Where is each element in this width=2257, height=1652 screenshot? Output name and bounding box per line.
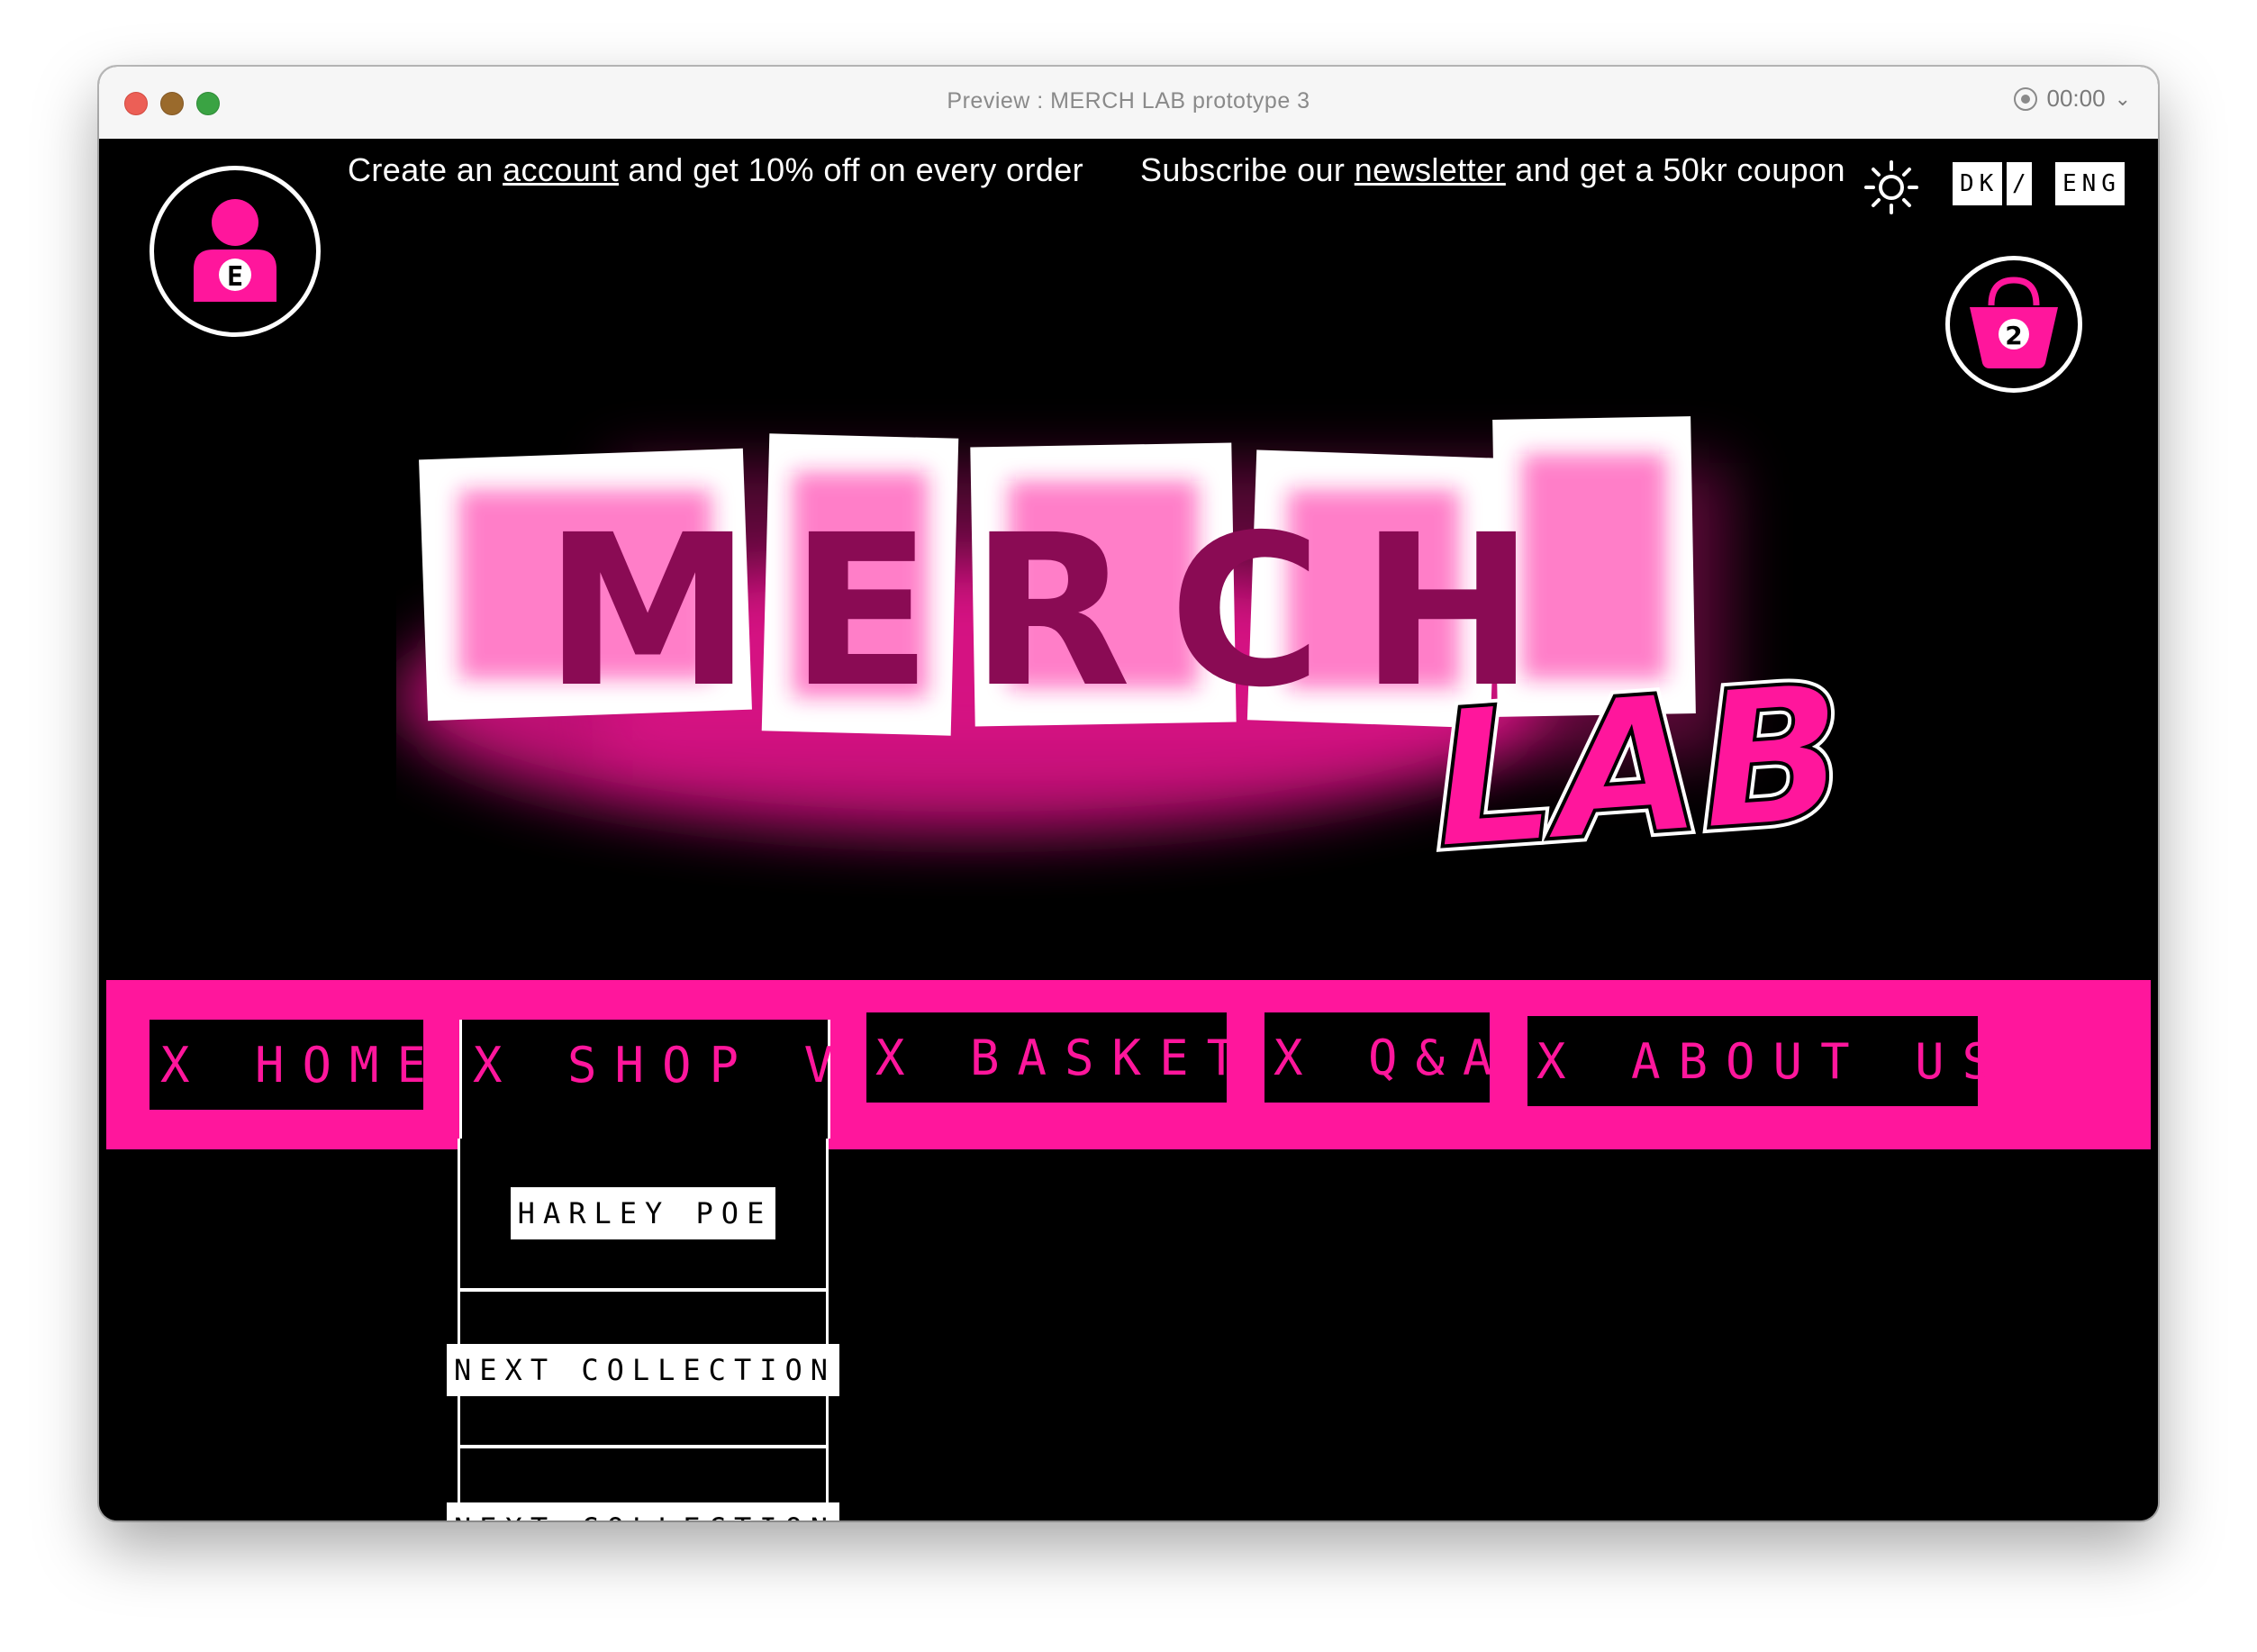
language-eng-button[interactable]: ENG bbox=[2055, 162, 2125, 205]
basket-button[interactable]: 2 bbox=[1945, 256, 2082, 393]
newsletter-link[interactable]: newsletter bbox=[1355, 151, 1506, 188]
language-dk-button[interactable]: DK bbox=[1953, 162, 2003, 205]
nav-about-us[interactable]: X ABOUT US bbox=[1527, 1016, 1991, 1106]
shop-menu-item-harley-poe[interactable]: HARLEY POE bbox=[460, 1139, 826, 1292]
account-link[interactable]: account bbox=[503, 151, 619, 188]
account-initial: E bbox=[227, 261, 243, 293]
nav-shop[interactable]: X SHOP V bbox=[459, 1020, 833, 1139]
nav-qa[interactable]: X Q&A bbox=[1264, 1012, 1492, 1103]
shop-menu-item-label: HARLEY POE bbox=[510, 1187, 776, 1239]
recording-time: 00:00 bbox=[2046, 85, 2106, 112]
user-icon: E bbox=[194, 199, 276, 302]
main-navigation: X HOME X SHOP V X BASKET X Q&A X ABOUT U… bbox=[106, 980, 2151, 1149]
account-promo: Create an account and get 10% off on eve… bbox=[348, 151, 1083, 189]
recording-control[interactable]: 00:00 ⌄ bbox=[2014, 85, 2131, 113]
shop-menu-item-label: NEXT COLLECTION bbox=[447, 1344, 839, 1396]
shop-menu-item-label: NEXT COLLECTION bbox=[447, 1502, 839, 1520]
merch-lab-site: Create an account and get 10% off on eve… bbox=[99, 139, 2158, 1520]
merch-lab-logo: MERCH LAB LAB bbox=[396, 416, 1857, 897]
window-title: Preview : MERCH LAB prototype 3 bbox=[947, 88, 1310, 113]
nav-home[interactable]: X HOME bbox=[150, 1020, 426, 1110]
shop-menu-item-next-collection[interactable]: NEXT COLLECTION bbox=[447, 1295, 839, 1448]
logo-lab-outline: LAB bbox=[1427, 642, 1852, 891]
logo-merch-text: MERCH bbox=[544, 490, 1573, 733]
newsletter-promo: Subscribe our newsletter and get a 50kr … bbox=[1140, 151, 1845, 189]
newsletter-promo-suffix: and get a 50kr coupon bbox=[1505, 151, 1845, 188]
chevron-down-icon: ⌄ bbox=[2114, 86, 2131, 110]
basket-count: 2 bbox=[2005, 321, 2022, 350]
account-promo-prefix: Create an bbox=[348, 151, 503, 188]
language-separator: / bbox=[2007, 162, 2032, 205]
shop-dropdown-menu: HARLEY POE NEXT COLLECTION NEXT COLLECTI… bbox=[447, 1139, 839, 1520]
record-icon bbox=[2014, 86, 2038, 111]
preview-window: Preview : MERCH LAB prototype 3 00:00 ⌄ … bbox=[99, 67, 2158, 1520]
account-button[interactable]: E bbox=[150, 166, 321, 337]
nav-basket[interactable]: X BASKET bbox=[866, 1012, 1236, 1103]
shop-menu-item-next-collection-2[interactable]: NEXT COLLECTION bbox=[447, 1452, 839, 1520]
newsletter-promo-prefix: Subscribe our bbox=[1140, 151, 1355, 188]
account-promo-suffix: and get 10% off on every order bbox=[619, 151, 1084, 188]
sun-icon[interactable] bbox=[1863, 159, 1920, 216]
shopping-bag-icon: 2 bbox=[1970, 277, 2058, 368]
title-bar: Preview : MERCH LAB prototype 3 00:00 ⌄ bbox=[99, 67, 2158, 141]
